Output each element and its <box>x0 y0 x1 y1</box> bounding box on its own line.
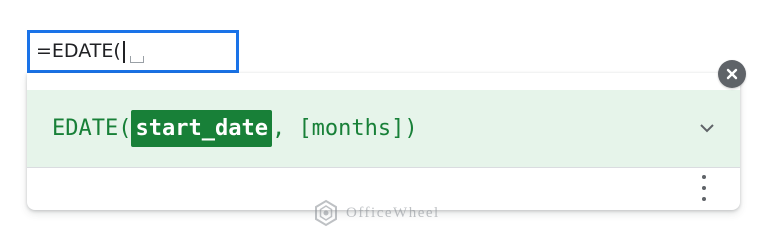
close-icon[interactable] <box>718 60 746 88</box>
close-paren: ) <box>404 116 418 141</box>
active-argument: start_date <box>131 110 272 147</box>
more-dot <box>702 186 706 190</box>
formula-text[interactable]: =EDATE( <box>30 40 144 63</box>
open-paren: ( <box>118 116 132 141</box>
more-dot <box>702 197 706 201</box>
watermark-text: OfficeWheel <box>346 204 440 221</box>
function-signature: EDATE(start_date, [months]) <box>27 110 418 147</box>
more-dot <box>702 175 706 179</box>
formula-signature-bar[interactable]: EDATE(start_date, [months]) <box>27 90 740 167</box>
watermark: OfficeWheel <box>312 198 440 228</box>
spreadsheet-view: =EDATE( EDATE(start_date, [months]) Off… <box>0 0 766 251</box>
text-caret <box>122 40 125 63</box>
space-marker <box>129 56 144 63</box>
function-name: EDATE <box>52 116 119 141</box>
formula-help-popup: EDATE(start_date, [months]) <box>27 73 740 210</box>
officewheel-logo-icon <box>315 199 337 227</box>
formula-cell-editor[interactable]: =EDATE( <box>27 30 239 73</box>
argument-separator: , <box>271 116 299 141</box>
panel-divider <box>27 167 740 168</box>
optional-argument: [months] <box>298 116 405 141</box>
more-vert-icon[interactable] <box>696 173 712 203</box>
chevron-down-icon[interactable] <box>696 117 718 139</box>
